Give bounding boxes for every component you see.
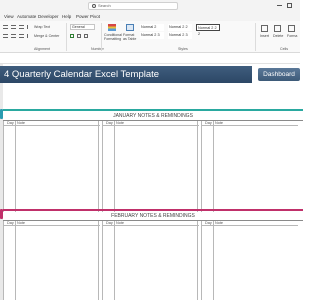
- align-center-icon[interactable]: [11, 34, 16, 38]
- maximize-icon[interactable]: [287, 3, 292, 8]
- tab-automate[interactable]: Automate: [17, 13, 36, 20]
- style-normal-2-2[interactable]: Normal 2 2: [168, 24, 192, 31]
- format-as-table-button[interactable]: Format as Table: [123, 33, 137, 41]
- insert-icon[interactable]: [261, 25, 268, 32]
- dashboard-button[interactable]: Dashboard: [258, 68, 300, 81]
- conditional-formatting-icon[interactable]: [108, 24, 116, 31]
- style-normal-2-2-2[interactable]: Normal 2 2 2: [196, 24, 220, 36]
- ribbon-separator: [101, 23, 102, 51]
- column-divider: [213, 221, 214, 300]
- title-banner: 4 Quarterly Calendar Excel Template: [0, 66, 252, 83]
- tab-developer[interactable]: Developer: [38, 13, 59, 20]
- style-normal-2[interactable]: Normal 2: [140, 24, 164, 31]
- search-icon: [92, 3, 96, 8]
- ribbon-tabs: View Automate Developer Help Power Pivot: [0, 12, 300, 21]
- align-top-icon[interactable]: [3, 25, 8, 29]
- wrap-text-button[interactable]: Wrap Text: [34, 25, 50, 29]
- worksheet[interactable]: 4 Quarterly Calendar Excel Template Dash…: [0, 64, 303, 300]
- orientation-icon[interactable]: [27, 25, 31, 29]
- page-title: 4 Quarterly Calendar Excel Template: [4, 69, 160, 80]
- tab-view[interactable]: View: [4, 13, 14, 20]
- number-format-select[interactable]: General: [70, 24, 95, 30]
- search-input[interactable]: Search: [88, 2, 178, 10]
- ribbon-separator: [255, 23, 256, 51]
- column-divider: [98, 221, 99, 300]
- day-label: Day: [7, 121, 14, 125]
- percent-icon[interactable]: [77, 34, 81, 38]
- note-label: Note: [116, 221, 125, 225]
- notes-column[interactable]: Day Note: [102, 221, 199, 300]
- notes-column[interactable]: Day Note: [102, 121, 199, 212]
- column-divider: [114, 121, 115, 212]
- group-styles-label: Styles: [178, 47, 188, 51]
- day-label: Day: [106, 121, 113, 125]
- delete-icon[interactable]: [274, 25, 281, 32]
- currency-icon[interactable]: [70, 34, 74, 38]
- format-button[interactable]: Forma: [287, 34, 297, 38]
- column-divider: [15, 221, 16, 300]
- note-label: Note: [17, 221, 26, 225]
- note-label: Note: [215, 221, 224, 225]
- day-label: Day: [205, 121, 212, 125]
- format-icon[interactable]: [288, 25, 295, 32]
- notes-column[interactable]: Day Note: [201, 221, 298, 300]
- note-label: Note: [116, 121, 125, 125]
- notes-column[interactable]: Day Note: [3, 121, 100, 212]
- merge-center-button[interactable]: Merge & Center: [34, 34, 59, 38]
- section-accent-line: [3, 109, 303, 111]
- align-left-icon[interactable]: [3, 34, 8, 38]
- column-divider: [197, 121, 198, 212]
- day-label: Day: [106, 221, 113, 225]
- section-accent-line: [3, 209, 303, 211]
- delete-button[interactable]: Delete: [273, 34, 283, 38]
- column-divider: [98, 121, 99, 212]
- notes-section-february: FEBRUARY NOTES & REMINDINGS Day Note Day…: [0, 209, 303, 300]
- notes-section-january: JANUARY NOTES & REMINDINGS Day Note Day …: [0, 109, 303, 212]
- formula-bar[interactable]: [0, 54, 300, 64]
- column-divider: [114, 221, 115, 300]
- section-header: FEBRUARY NOTES & REMINDINGS: [111, 213, 195, 219]
- indent-icon[interactable]: [27, 34, 31, 38]
- style-normal-2-3-b[interactable]: Normal 2 3: [168, 32, 192, 39]
- column-divider: [213, 121, 214, 212]
- search-placeholder: Search: [98, 3, 111, 8]
- style-normal-2-3[interactable]: Normal 2 3: [140, 32, 164, 39]
- title-bar: Search: [0, 0, 300, 12]
- notes-column[interactable]: Day Note: [3, 221, 100, 300]
- align-middle-icon[interactable]: [11, 25, 16, 29]
- tab-power-pivot[interactable]: Power Pivot: [76, 13, 100, 20]
- group-alignment-label: Alignment: [34, 47, 50, 51]
- minimize-icon[interactable]: [277, 5, 282, 6]
- note-label: Note: [215, 121, 224, 125]
- comma-style-icon[interactable]: [84, 34, 88, 38]
- ribbon-separator: [66, 23, 67, 51]
- note-label: Note: [17, 121, 26, 125]
- column-divider: [15, 121, 16, 212]
- format-as-table-icon[interactable]: [126, 24, 134, 31]
- column-divider: [197, 221, 198, 300]
- tab-help[interactable]: Help: [62, 13, 71, 20]
- day-label: Day: [205, 221, 212, 225]
- ribbon: Wrap Text Merge & Center Alignment Gener…: [0, 21, 300, 53]
- align-right-icon[interactable]: [19, 34, 24, 38]
- notes-column[interactable]: Day Note: [201, 121, 298, 212]
- align-bottom-icon[interactable]: [19, 25, 24, 29]
- insert-button[interactable]: Insert: [260, 34, 269, 38]
- day-label: Day: [7, 221, 14, 225]
- section-header: JANUARY NOTES & REMINDINGS: [113, 113, 193, 119]
- group-cells-label: Cells: [280, 47, 288, 51]
- conditional-formatting-button[interactable]: Conditional Formatting: [104, 33, 122, 41]
